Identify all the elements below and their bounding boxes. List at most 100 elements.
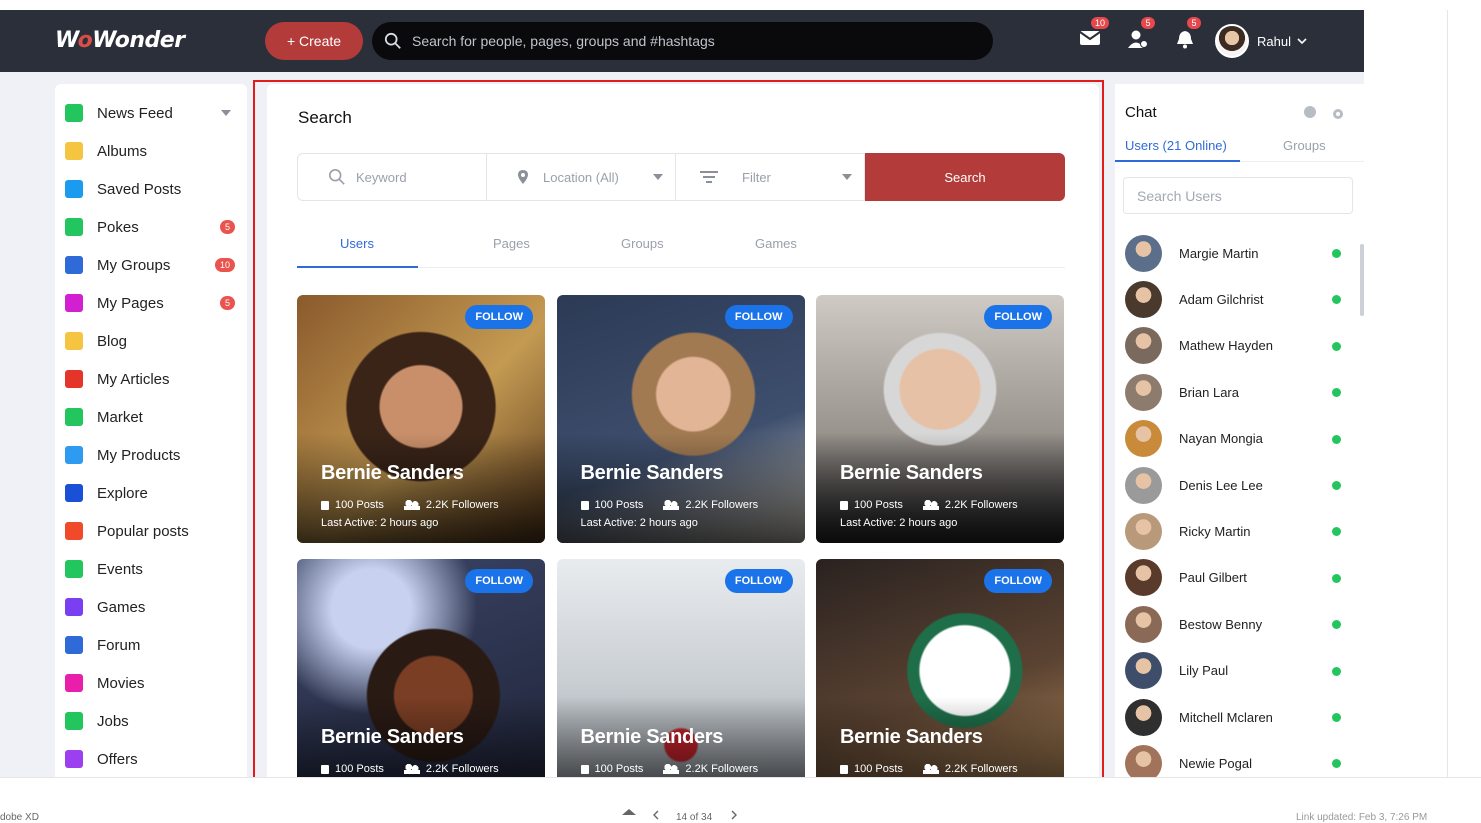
tab-games[interactable]: Games bbox=[755, 236, 797, 251]
chat-user-row[interactable]: Mathew Hayden bbox=[1125, 323, 1355, 369]
posts-icon bbox=[580, 500, 589, 510]
envelope-icon bbox=[1079, 31, 1101, 45]
keyword-placeholder: Keyword bbox=[356, 169, 407, 185]
user-card-name[interactable]: Bernie Sanders bbox=[581, 462, 724, 485]
user-result-card[interactable]: FOLLOW Bernie Sanders 100 Posts 2.2K Follow… bbox=[816, 295, 1064, 543]
user-card-name[interactable]: Bernie Sanders bbox=[840, 726, 983, 749]
sidebar-item-label: My Groups bbox=[97, 256, 171, 274]
sidebar-item-label: Market bbox=[97, 408, 143, 426]
tab-groups[interactable]: Groups bbox=[621, 236, 664, 251]
user-card-name[interactable]: Bernie Sanders bbox=[321, 462, 464, 485]
sidebar-item-my-pages[interactable]: My Pages 5 bbox=[55, 284, 247, 322]
user-result-card[interactable]: FOLLOW Bernie Sanders 100 Posts 2.2K Follow… bbox=[556, 559, 805, 777]
sidebar-item-news-feed[interactable]: News Feed bbox=[55, 94, 247, 132]
sidebar-item-my-products[interactable]: My Products bbox=[55, 436, 247, 474]
chat-user-row[interactable]: Nayan Mongia bbox=[1125, 416, 1355, 462]
sidebar-item-label: My Pages bbox=[97, 294, 164, 312]
followers-icon bbox=[403, 499, 420, 511]
chat-user-row[interactable]: Margie Martin bbox=[1125, 230, 1355, 276]
user-card-name[interactable]: Bernie Sanders bbox=[840, 462, 983, 485]
sidebar-item-movies[interactable]: Movies bbox=[55, 664, 247, 702]
sidebar-item-forum[interactable]: Forum bbox=[55, 626, 247, 664]
chat-user-row[interactable]: Paul Gilbert bbox=[1125, 555, 1355, 601]
count-badge: 5 bbox=[219, 296, 235, 310]
follow-button[interactable]: FOLLOW bbox=[465, 569, 533, 593]
keyword-field[interactable]: Keyword bbox=[297, 153, 487, 201]
follow-button[interactable]: FOLLOW bbox=[724, 305, 793, 329]
chat-user-row[interactable]: Adam Gilchrist bbox=[1125, 276, 1355, 322]
user-result-card[interactable]: FOLLOW Bernie Sanders 100 Posts 2.2K Follow… bbox=[297, 559, 545, 777]
chat-user-name: Paul Gilbert bbox=[1179, 570, 1247, 586]
sidebar-item-blog[interactable]: Blog bbox=[55, 322, 247, 360]
followers-count: 2.2K Followers bbox=[425, 499, 499, 511]
sidebar-item-albums[interactable]: Albums bbox=[55, 132, 247, 170]
user-avatar bbox=[1215, 24, 1249, 58]
sidebar-item-jobs[interactable]: Jobs bbox=[55, 702, 247, 740]
chevron-left-icon[interactable] bbox=[652, 810, 660, 820]
chat-user-row[interactable]: Brian Lara bbox=[1125, 369, 1355, 415]
messages-button[interactable]: 10 bbox=[1079, 17, 1110, 53]
chat-user-row[interactable]: Denis Lee Lee bbox=[1125, 462, 1355, 508]
global-search-bar[interactable] bbox=[372, 22, 993, 60]
sidebar-item-explore[interactable]: Explore bbox=[55, 474, 247, 512]
global-search-input[interactable] bbox=[412, 33, 972, 49]
tab-chat-groups[interactable]: Groups bbox=[1283, 138, 1326, 153]
chevron-right-icon[interactable] bbox=[730, 810, 738, 820]
sidebar-item-pokes[interactable]: Pokes 5 bbox=[55, 208, 247, 246]
posts-count: 100 Posts bbox=[594, 763, 644, 775]
sidebar-item-saved-posts[interactable]: Saved Posts bbox=[55, 170, 247, 208]
location-dropdown[interactable]: Location (All) bbox=[487, 153, 676, 201]
chat-user-row[interactable]: Lily Paul bbox=[1125, 648, 1355, 694]
user-card-name[interactable]: Bernie Sanders bbox=[581, 726, 724, 749]
chat-user-name: Denis Lee Lee bbox=[1179, 477, 1263, 493]
user-card-name[interactable]: Bernie Sanders bbox=[321, 726, 464, 749]
avatar bbox=[1125, 513, 1162, 551]
follow-button[interactable]: FOLLOW bbox=[984, 569, 1052, 593]
chevron-down-icon[interactable] bbox=[221, 110, 231, 116]
follow-button[interactable]: FOLLOW bbox=[984, 305, 1052, 329]
chat-user-row[interactable]: Mitchell Mclaren bbox=[1125, 694, 1355, 740]
notifications-button[interactable]: 5 bbox=[1175, 17, 1201, 53]
sidebar-item-market[interactable]: Market bbox=[55, 398, 247, 436]
sidebar-item-my-articles[interactable]: My Articles bbox=[55, 360, 247, 398]
follow-button[interactable]: FOLLOW bbox=[465, 305, 533, 329]
sidebar-item-offers[interactable]: Offers bbox=[55, 740, 247, 777]
chat-user-row[interactable]: Newie Pogal bbox=[1125, 740, 1355, 777]
avatar bbox=[1125, 327, 1162, 365]
chat-contacts-icon[interactable] bbox=[1304, 106, 1316, 118]
filter-dropdown[interactable]: Filter bbox=[676, 153, 865, 201]
gear-icon[interactable] bbox=[1331, 107, 1345, 121]
user-result-card[interactable]: FOLLOW Bernie Sanders 100 Posts 2.2K Follow… bbox=[297, 295, 545, 543]
user-result-card[interactable]: FOLLOW Bernie Sanders 100 Posts 2.2K Follow… bbox=[556, 295, 805, 543]
calendar-icon bbox=[65, 560, 83, 578]
tab-chat-users[interactable]: Users (21 Online) bbox=[1125, 138, 1227, 153]
tab-users[interactable]: Users bbox=[340, 236, 374, 251]
followers-count: 2.2K Followers bbox=[944, 499, 1018, 511]
chat-user-row[interactable]: Bestow Benny bbox=[1125, 601, 1355, 647]
posts-count: 100 Posts bbox=[335, 763, 384, 775]
user-menu[interactable]: Rahul bbox=[1215, 24, 1308, 58]
sidebar-item-label: News Feed bbox=[97, 104, 173, 122]
online-status-dot bbox=[1332, 249, 1341, 258]
chat-user-row[interactable]: Ricky Martin bbox=[1125, 508, 1355, 554]
chat-user-search[interactable] bbox=[1123, 177, 1353, 214]
user-result-card[interactable]: FOLLOW Bernie Sanders 100 Posts 2.2K Follow… bbox=[816, 559, 1064, 777]
create-button[interactable]: + Create bbox=[265, 22, 363, 60]
user-card-stats: 100 Posts 2.2K Followers bbox=[580, 763, 758, 775]
friend-requests-button[interactable]: 5 bbox=[1127, 17, 1155, 53]
search-submit-button[interactable]: Search bbox=[865, 153, 1065, 201]
follow-button[interactable]: FOLLOW bbox=[724, 569, 793, 593]
chat-user-name: Bestow Benny bbox=[1179, 616, 1263, 632]
sidebar-item-my-groups[interactable]: My Groups 10 bbox=[55, 246, 247, 284]
bell-icon bbox=[1177, 31, 1193, 49]
chevron-down-icon bbox=[1297, 38, 1307, 45]
avatar bbox=[1125, 373, 1162, 411]
online-status-dot bbox=[1332, 573, 1341, 583]
sidebar-item-games[interactable]: Games bbox=[55, 588, 247, 626]
sidebar-item-events[interactable]: Events bbox=[55, 550, 247, 588]
home-icon[interactable] bbox=[622, 809, 636, 819]
site-logo[interactable]: WoWonder bbox=[55, 28, 185, 53]
sidebar-item-popular-posts[interactable]: Popular posts bbox=[55, 512, 247, 550]
tab-pages[interactable]: Pages bbox=[493, 236, 530, 251]
logo-text-o: o bbox=[77, 28, 93, 53]
